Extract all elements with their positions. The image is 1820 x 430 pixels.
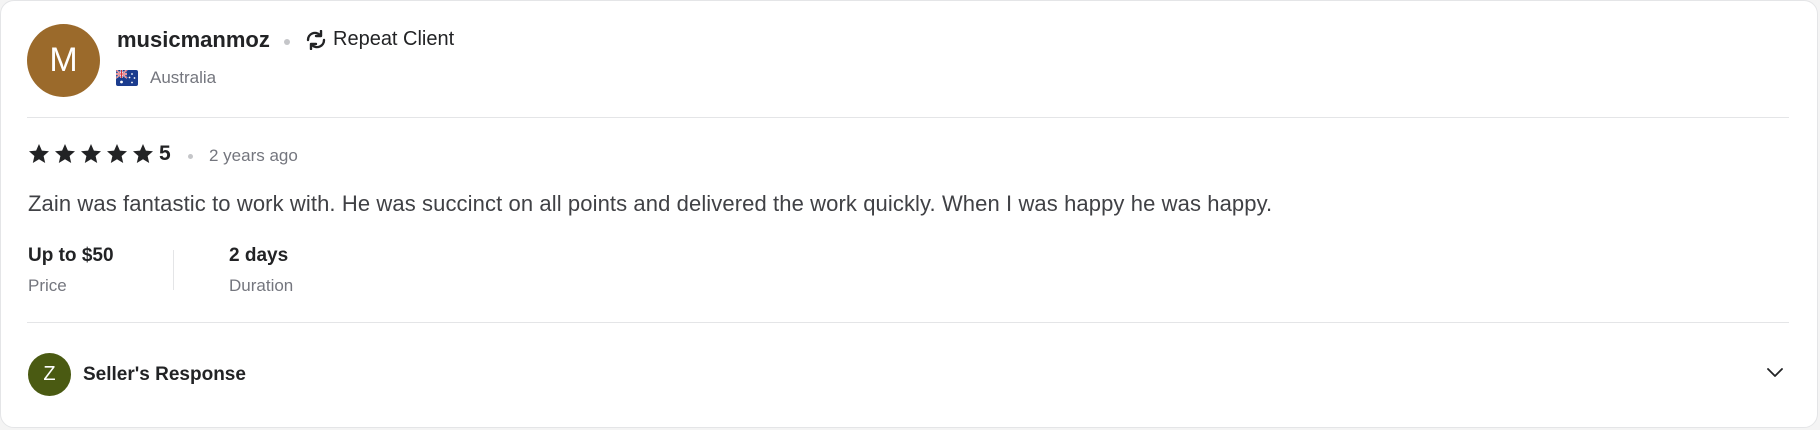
chevron-down-icon[interactable]	[1764, 361, 1786, 383]
reviewer-username[interactable]: musicmanmoz	[117, 27, 270, 53]
star-rating	[27, 142, 155, 166]
review-time: 2 years ago	[209, 146, 298, 165]
separator-dot	[284, 39, 290, 45]
seller-avatar-initial: Z	[43, 363, 56, 385]
seller-response-toggle-label[interactable]: Seller's Response	[83, 364, 246, 386]
reviewer-country-name: Australia	[150, 68, 217, 87]
reviewer-country: Australia	[116, 68, 216, 88]
repeat-icon	[306, 29, 326, 50]
review-card: M musicmanmoz Repeat Client Australia 5 …	[0, 0, 1818, 428]
response-divider	[27, 322, 1789, 323]
meta-separator	[173, 250, 174, 290]
duration-label: Duration	[229, 276, 294, 295]
repeat-client-label: Repeat Client	[333, 28, 455, 50]
star-icon	[55, 144, 75, 163]
star-icon	[133, 144, 153, 163]
reviewer-avatar[interactable]: M	[27, 24, 100, 97]
star-icon	[107, 144, 127, 163]
reviewer-avatar-initial: M	[49, 41, 78, 79]
star-icon	[29, 144, 49, 163]
rating-value: 5	[159, 142, 171, 165]
australia-flag-icon	[116, 70, 138, 86]
price-value: Up to $50	[28, 245, 114, 266]
review-text: Zain was fantastic to work with. He was …	[28, 191, 1273, 216]
repeat-client-badge: Repeat Client	[305, 28, 454, 51]
header-divider	[27, 117, 1789, 118]
duration-value: 2 days	[229, 245, 289, 266]
seller-avatar: Z	[28, 353, 71, 396]
separator-dot	[188, 154, 193, 159]
star-icon	[81, 144, 101, 163]
price-label: Price	[28, 276, 67, 295]
